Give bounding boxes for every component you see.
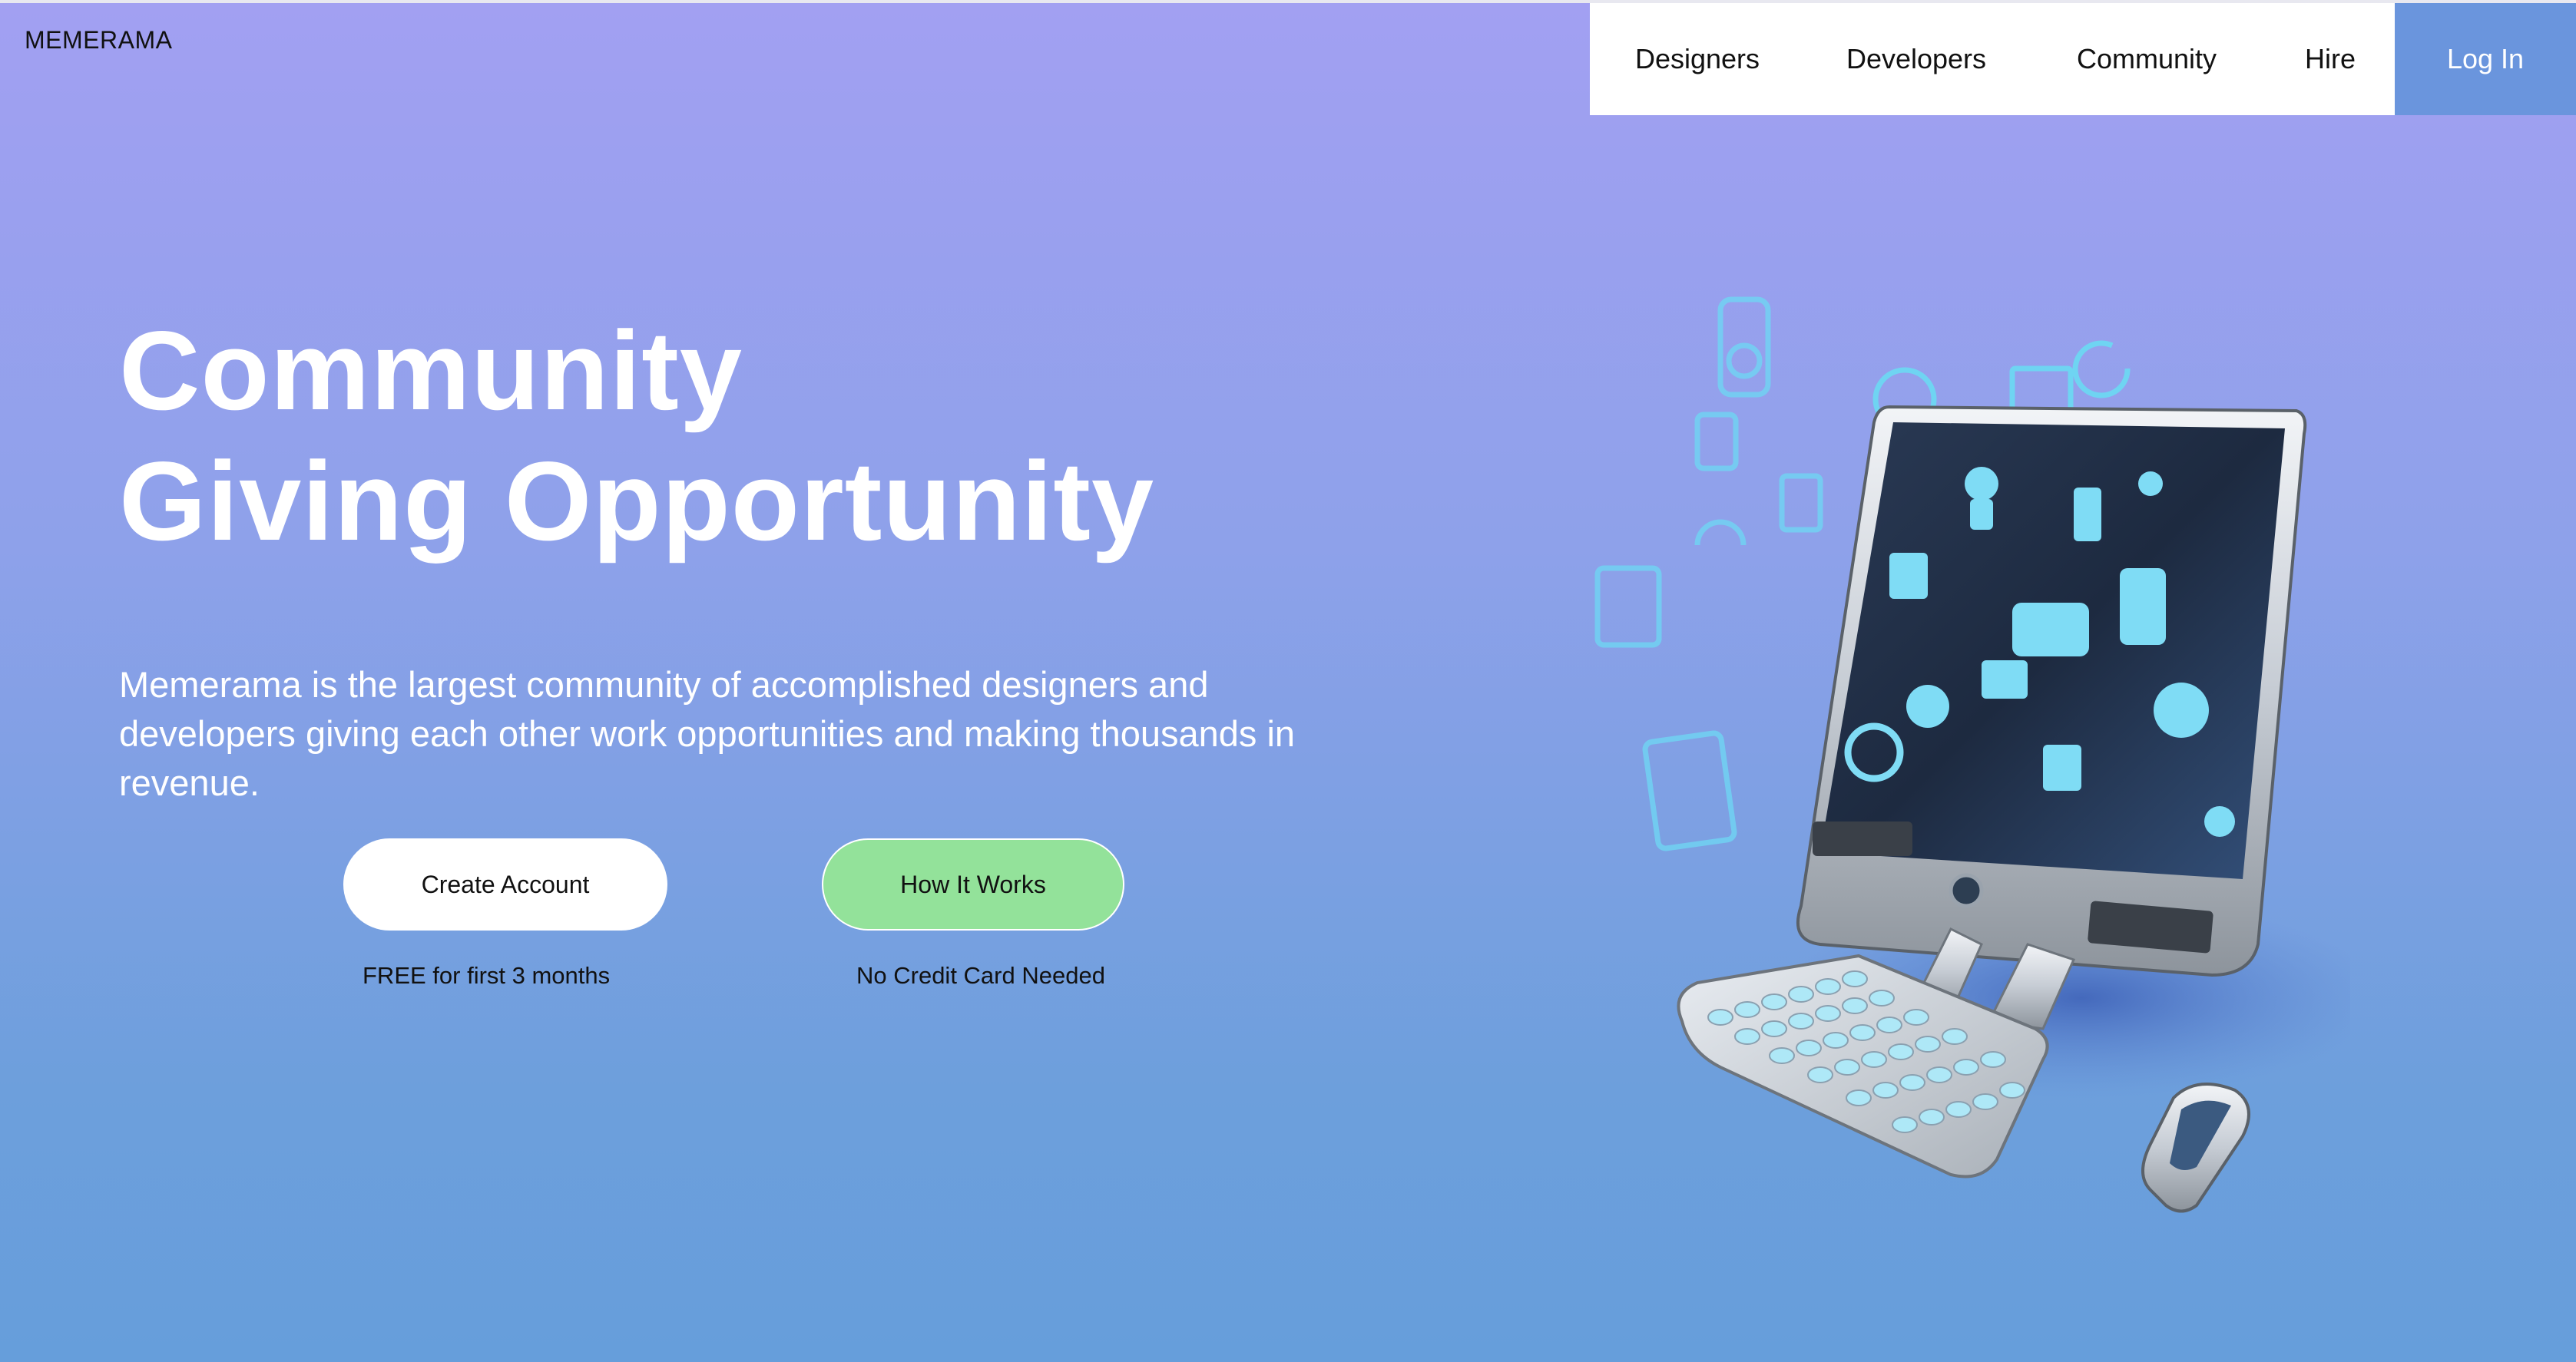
clapperboard-icon	[1982, 660, 2028, 699]
how-it-works-button[interactable]: How It Works	[822, 838, 1124, 931]
film-reel-icon	[2204, 806, 2235, 837]
mobile-phone-icon	[2120, 568, 2166, 645]
hero-description: Memerama is the largest community of acc…	[119, 664, 1296, 803]
calendar-icon	[2043, 745, 2081, 791]
hero-title-line-1: Community	[119, 308, 743, 433]
headphones-icon	[1694, 519, 1747, 546]
no-credit-card-caption: No Credit Card Needed	[856, 962, 1105, 989]
main-nav: Designers Developers Community Hire Log …	[1590, 3, 2576, 115]
brand-logo[interactable]: MEMERAMA	[25, 26, 172, 55]
cursor-window-icon	[1642, 730, 1737, 851]
refresh-icon	[2072, 340, 2131, 398]
antenna-icon	[2138, 471, 2163, 496]
hero-title-line-2: Giving Opportunity	[119, 438, 1155, 564]
nav-hire-link[interactable]: Hire	[2266, 3, 2395, 115]
login-button[interactable]: Log In	[2395, 3, 2576, 115]
game-console-icon	[2012, 603, 2089, 656]
microphone-icon	[1965, 467, 1998, 501]
left-speaker-grille	[1813, 821, 1912, 856]
nav-community-link[interactable]: Community	[2028, 3, 2266, 115]
nav-designers-link[interactable]: Designers	[1590, 3, 1805, 115]
power-button-icon	[1949, 873, 1984, 908]
speaker-cone-icon	[1726, 342, 1763, 379]
globe-screen-icon	[2154, 683, 2209, 738]
create-account-button[interactable]: Create Account	[343, 838, 667, 931]
hero-headline: Community Giving Opportunity	[119, 306, 1154, 567]
sd-card-icon	[1779, 473, 1823, 533]
play-button-icon	[1906, 685, 1949, 728]
microphone-stand-icon	[1970, 499, 1993, 530]
floating-icons	[1594, 296, 1823, 851]
free-trial-caption: FREE for first 3 months	[363, 962, 611, 989]
phone-icon	[2074, 488, 2101, 541]
nav-developers-link[interactable]: Developers	[1805, 3, 2028, 115]
speaker-screen-icon	[1889, 553, 1928, 599]
mail-icon	[1594, 565, 1662, 648]
computer-illustration	[1594, 296, 2350, 1213]
equalizer-icon	[1694, 412, 1739, 471]
